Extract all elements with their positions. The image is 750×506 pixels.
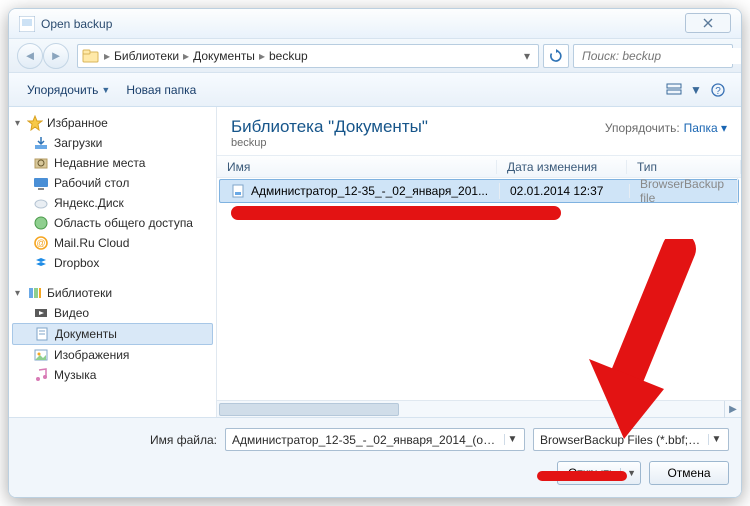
crumb-1[interactable]: Документы: [193, 49, 255, 63]
sort-value[interactable]: Папка ▾: [684, 121, 727, 135]
toolbar: Упорядочить▼ Новая папка ▼ ?: [9, 73, 741, 107]
sidebar-item-public[interactable]: Область общего доступа: [9, 213, 216, 233]
sidebar: ▾ Избранное Загрузки Недавние места Рабо…: [9, 107, 217, 417]
music-icon: [33, 367, 49, 383]
sidebar-item-downloads[interactable]: Загрузки: [9, 133, 216, 153]
col-name[interactable]: Имя: [217, 160, 497, 174]
open-file-dialog: Open backup ◄ ► ▸ Библиотеки ▸ Документы…: [8, 8, 742, 498]
navbar: ◄ ► ▸ Библиотеки ▸ Документы ▸ beckup ▾: [9, 39, 741, 73]
main-panel: Библиотека "Документы" beckup Упорядочит…: [217, 107, 741, 417]
libraries-group: ▾ Библиотеки Видео Документы Изображения…: [9, 283, 216, 385]
chevron-down-icon[interactable]: ▼: [504, 434, 520, 445]
address-dropdown-icon[interactable]: ▾: [520, 49, 534, 63]
cancel-button[interactable]: Отмена: [649, 461, 729, 485]
library-subtitle: beckup: [231, 137, 605, 149]
scroll-right-icon[interactable]: ▶: [724, 401, 741, 418]
titlebar: Open backup: [9, 9, 741, 39]
sidebar-item-mailru[interactable]: @Mail.Ru Cloud: [9, 233, 216, 253]
sort-label: Упорядочить:: [605, 121, 680, 135]
file-icon: [230, 183, 246, 199]
library-header: Библиотека "Документы" beckup Упорядочит…: [217, 107, 741, 156]
filename-label: Имя файла:: [150, 433, 217, 447]
favorites-head[interactable]: ▾ Избранное: [9, 113, 216, 133]
file-modified: 02.01.2014 12:37: [500, 184, 630, 198]
search-box[interactable]: [573, 44, 733, 68]
desktop-icon: [33, 175, 49, 191]
dropbox-icon: [33, 255, 49, 271]
search-icon: [741, 49, 742, 62]
back-button[interactable]: ◄: [17, 43, 43, 69]
dialog-footer: Имя файла: Администратор_12-35_-_02_янва…: [9, 417, 741, 497]
window-title: Open backup: [41, 17, 112, 31]
close-button[interactable]: [685, 13, 731, 33]
folder-icon: [82, 47, 100, 65]
svg-text:@: @: [36, 238, 45, 248]
sidebar-item-recent[interactable]: Недавние места: [9, 153, 216, 173]
file-row[interactable]: Администратор_12-35_-_02_января_201... 0…: [219, 179, 739, 203]
column-headers[interactable]: Имя Дата изменения Тип: [217, 156, 741, 178]
app-icon: [19, 16, 35, 32]
col-modified[interactable]: Дата изменения: [497, 160, 627, 174]
horizontal-scrollbar[interactable]: ▶: [217, 400, 741, 417]
file-type-combo[interactable]: BrowserBackup Files (*.bbf;*.zip) ▼: [533, 428, 729, 451]
organize-menu[interactable]: Упорядочить▼: [19, 80, 118, 100]
sidebar-item-yandex[interactable]: Яндекс.Диск: [9, 193, 216, 213]
forward-button[interactable]: ►: [43, 43, 69, 69]
file-list[interactable]: Администратор_12-35_-_02_января_201... 0…: [217, 178, 741, 400]
view-dropdown-icon[interactable]: ▼: [689, 79, 703, 101]
search-input[interactable]: [580, 48, 741, 64]
cloud-icon: [33, 195, 49, 211]
mailru-icon: @: [33, 235, 49, 251]
svg-text:?: ?: [715, 86, 721, 97]
downloads-icon: [33, 135, 49, 151]
file-type: BrowserBackup file: [630, 178, 738, 205]
sidebar-item-documents[interactable]: Документы: [12, 323, 213, 345]
refresh-button[interactable]: [543, 44, 569, 68]
video-icon: [33, 305, 49, 321]
sidebar-item-video[interactable]: Видео: [9, 303, 216, 323]
public-icon: [33, 215, 49, 231]
libraries-icon: [27, 285, 43, 301]
chevron-down-icon[interactable]: ▼: [708, 434, 724, 445]
scrollbar-thumb[interactable]: [219, 403, 399, 416]
filename-combo[interactable]: Администратор_12-35_-_02_января_2014_(op…: [225, 428, 525, 451]
crumb-0[interactable]: Библиотеки: [114, 49, 179, 63]
col-type[interactable]: Тип: [627, 160, 741, 174]
new-folder-button[interactable]: Новая папка: [118, 80, 204, 100]
images-icon: [33, 347, 49, 363]
recent-icon: [33, 155, 49, 171]
crumb-2[interactable]: beckup: [269, 49, 308, 63]
libraries-head[interactable]: ▾ Библиотеки: [9, 283, 216, 303]
sidebar-item-music[interactable]: Музыка: [9, 365, 216, 385]
sidebar-item-dropbox[interactable]: Dropbox: [9, 253, 216, 273]
address-bar[interactable]: ▸ Библиотеки ▸ Документы ▸ beckup ▾: [77, 44, 539, 68]
sidebar-item-desktop[interactable]: Рабочий стол: [9, 173, 216, 193]
view-mode-button[interactable]: [661, 79, 687, 101]
annotation-underline: [537, 471, 627, 481]
help-button[interactable]: ?: [705, 79, 731, 101]
star-icon: [27, 115, 43, 131]
file-name: Администратор_12-35_-_02_января_201...: [251, 184, 488, 198]
documents-icon: [34, 326, 50, 342]
redaction-bar: [231, 206, 561, 220]
library-title: Библиотека "Документы": [231, 117, 605, 137]
filename-value: Администратор_12-35_-_02_января_2014_(op…: [232, 433, 500, 447]
filter-value: BrowserBackup Files (*.bbf;*.zip): [540, 433, 704, 447]
favorites-group: ▾ Избранное Загрузки Недавние места Рабо…: [9, 113, 216, 273]
content-area: ▾ Избранное Загрузки Недавние места Рабо…: [9, 107, 741, 417]
sidebar-item-images[interactable]: Изображения: [9, 345, 216, 365]
breadcrumb[interactable]: ▸ Библиотеки ▸ Документы ▸ beckup: [104, 49, 308, 63]
